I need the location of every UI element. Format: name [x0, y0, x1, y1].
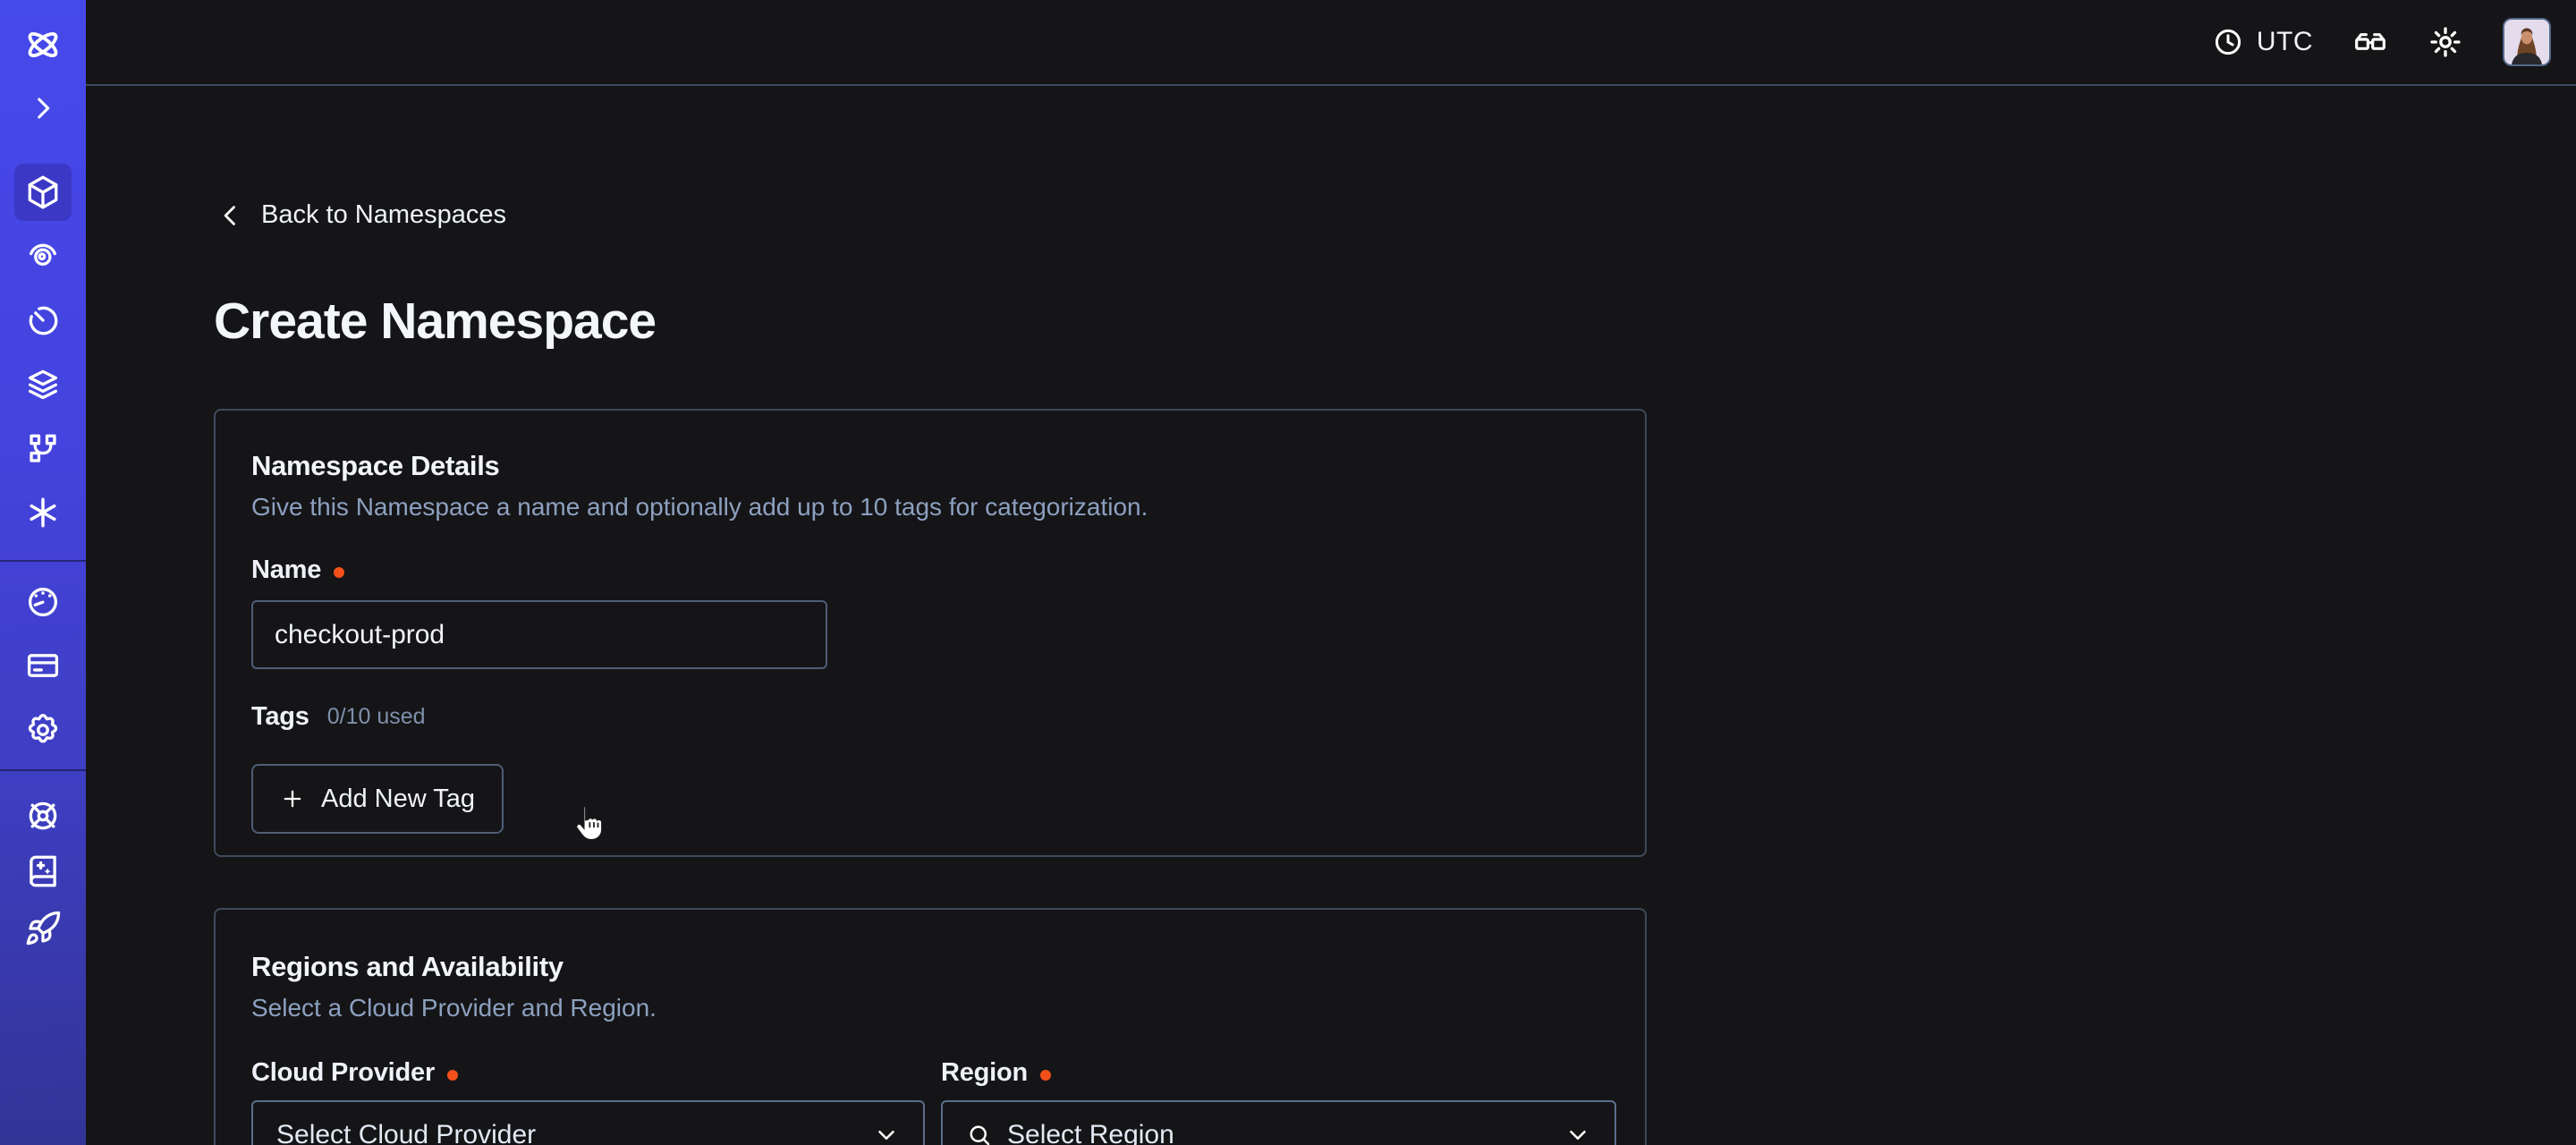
sidebar-item-schedules[interactable] [21, 299, 64, 342]
region-label: Region [941, 1058, 1028, 1088]
timezone-selector[interactable]: UTC [2212, 26, 2313, 58]
gauge-icon [24, 583, 62, 621]
namespace-details-card: Namespace Details Give this Namespace a … [214, 409, 1647, 857]
card-subtitle: Give this Namespace a name and optionall… [251, 493, 1148, 522]
sidebar-item-settings[interactable] [21, 708, 64, 751]
region-select[interactable]: Select Region [941, 1100, 1616, 1145]
glasses-icon [2352, 24, 2388, 60]
chevron-down-icon [873, 1122, 900, 1145]
labs-toggle[interactable] [2352, 24, 2388, 60]
clock-icon [2212, 26, 2244, 58]
card-title: Namespace Details [251, 450, 500, 482]
credit-card-icon [24, 647, 62, 684]
back-link-label: Back to Namespaces [261, 200, 506, 230]
gear-icon [24, 711, 62, 749]
cloud-provider-select[interactable]: Select Cloud Provider [251, 1100, 925, 1145]
theme-toggle[interactable] [2428, 24, 2463, 60]
cloud-provider-label-row: Cloud Provider [251, 1058, 458, 1088]
name-label: Name [251, 556, 321, 585]
sun-icon [2428, 24, 2463, 60]
plus-icon [280, 786, 305, 811]
sidebar-item-getting-started[interactable] [21, 907, 64, 950]
card-title: Regions and Availability [251, 951, 564, 983]
sidebar-item-nexus[interactable] [21, 491, 64, 534]
life-ring-icon [24, 797, 62, 835]
required-dot [447, 1070, 458, 1081]
sidebar-divider [0, 560, 86, 562]
timezone-label: UTC [2257, 27, 2313, 57]
rocket-icon [24, 910, 62, 947]
cloud-provider-label: Cloud Provider [251, 1058, 435, 1088]
regions-availability-card: Regions and Availability Select a Cloud … [214, 908, 1647, 1145]
chevron-down-icon [1564, 1122, 1591, 1145]
main-content: Back to Namespaces Create Namespace Name… [86, 88, 2576, 1145]
timer-icon [24, 301, 62, 339]
back-to-namespaces-link[interactable]: Back to Namespaces [218, 200, 506, 230]
branch-icon [24, 430, 62, 468]
sidebar-item-billing[interactable] [21, 644, 64, 687]
card-subtitle: Select a Cloud Provider and Region. [251, 994, 657, 1022]
add-new-tag-button[interactable]: Add New Tag [251, 764, 504, 834]
tags-label-row: Tags 0/10 used [251, 702, 426, 732]
asterisk-icon [24, 494, 62, 531]
required-dot [334, 567, 344, 578]
sidebar-item-batch-operations[interactable] [21, 428, 64, 471]
cube-icon [24, 174, 62, 211]
region-placeholder: Select Region [1007, 1120, 1550, 1145]
sidebar [0, 0, 86, 1145]
sidebar-item-deployments[interactable] [21, 363, 64, 406]
expand-sidebar-button[interactable] [21, 87, 64, 130]
tags-counter: 0/10 used [327, 704, 426, 730]
chevron-left-icon [218, 201, 243, 230]
cloud-provider-placeholder: Select Cloud Provider [276, 1120, 859, 1145]
sidebar-item-workflows[interactable] [21, 234, 64, 277]
namespace-name-input[interactable] [251, 600, 827, 669]
page-title: Create Namespace [214, 292, 656, 351]
sidebar-item-usage[interactable] [21, 581, 64, 623]
spiral-eye-icon [24, 237, 62, 275]
tags-label: Tags [251, 702, 309, 732]
sidebar-divider [0, 769, 86, 771]
layers-icon [24, 366, 62, 403]
book-sparkles-icon [24, 852, 62, 890]
required-dot [1040, 1070, 1051, 1081]
sidebar-item-support[interactable] [21, 794, 64, 837]
temporal-logo-icon[interactable] [21, 23, 64, 66]
top-bar: UTC [86, 0, 2576, 86]
name-label-row: Name [251, 556, 344, 585]
region-label-row: Region [941, 1058, 1051, 1088]
add-new-tag-label: Add New Tag [321, 785, 475, 814]
sidebar-item-namespaces[interactable] [21, 171, 64, 214]
search-icon [966, 1122, 993, 1145]
sidebar-item-docs[interactable] [21, 850, 64, 893]
user-avatar[interactable] [2503, 18, 2551, 66]
